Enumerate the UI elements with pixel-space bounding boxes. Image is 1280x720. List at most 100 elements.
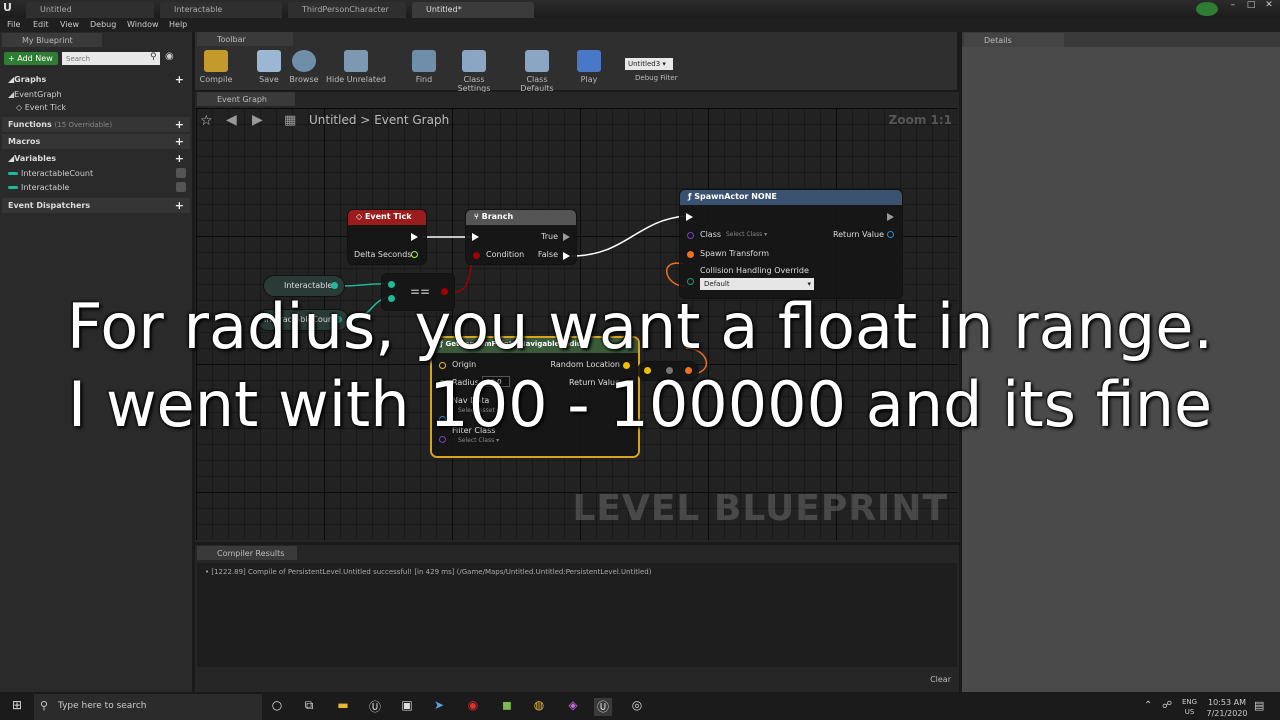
- maximize-icon[interactable]: □: [1242, 0, 1260, 14]
- event-graph-tab[interactable]: Event Graph: [197, 92, 295, 106]
- class-select[interactable]: Select Class ▾: [726, 231, 767, 238]
- pin-label: False: [537, 250, 558, 259]
- condition-pin[interactable]: [473, 252, 480, 259]
- transform-pin[interactable]: [687, 251, 694, 258]
- save-button[interactable]: Save: [253, 50, 285, 84]
- graphs-section[interactable]: ◢Graphs +: [2, 72, 190, 87]
- chrome-icon[interactable]: ◍: [530, 698, 548, 716]
- source-control-icon[interactable]: [1196, 2, 1218, 16]
- variable-interactable[interactable]: Interactable: [8, 183, 69, 192]
- functions-section[interactable]: Functions (15 Overridable) +: [2, 117, 190, 132]
- add-new-button[interactable]: + Add New: [4, 52, 58, 65]
- unreal-editor-icon[interactable]: Ⓤ: [594, 698, 612, 716]
- float-out-pin[interactable]: [411, 251, 418, 258]
- event-dispatchers-section[interactable]: Event Dispatchers +: [2, 198, 190, 213]
- collision-select[interactable]: Default ▾: [700, 278, 814, 290]
- variable-type-icon: [8, 186, 18, 189]
- unreal-launcher-icon[interactable]: Ⓤ: [366, 698, 384, 716]
- eye-toggle-icon[interactable]: [176, 168, 186, 178]
- true-exec-pin[interactable]: [563, 233, 570, 241]
- menu-view[interactable]: View: [60, 20, 79, 29]
- variable-interactablecount[interactable]: InteractableCount: [8, 169, 93, 178]
- discord-icon[interactable]: ◈: [564, 698, 582, 716]
- macros-section[interactable]: Macros +: [2, 134, 190, 149]
- eye-toggle-icon[interactable]: [176, 182, 186, 192]
- task-view-icon[interactable]: ⧉: [300, 698, 318, 716]
- menu-file[interactable]: File: [7, 20, 20, 29]
- add-function-icon[interactable]: +: [175, 118, 184, 131]
- obs-icon[interactable]: ◎: [628, 698, 646, 716]
- dispatchers-label: Event Dispatchers: [8, 201, 91, 210]
- clear-button[interactable]: Clear: [930, 675, 951, 684]
- clock[interactable]: 10:53 AM 7/21/2020: [1206, 697, 1248, 719]
- tray-chevron-up-icon[interactable]: ⌃: [1144, 700, 1152, 711]
- steam-icon[interactable]: ➤: [430, 698, 448, 716]
- toolbar: Toolbar Compile Save Browse Hide Unrelat…: [195, 32, 957, 93]
- class-settings-button[interactable]: Class Settings: [447, 50, 501, 93]
- pin-label: Delta Seconds: [354, 250, 412, 259]
- menu-edit[interactable]: Edit: [33, 20, 49, 29]
- taskbar-search-box[interactable]: ⚲ Type here to search: [34, 694, 262, 720]
- mail-icon[interactable]: ▣: [398, 698, 416, 716]
- object-out-pin[interactable]: [331, 282, 338, 289]
- file-explorer-icon[interactable]: ▬: [334, 698, 352, 716]
- network-icon[interactable]: ☍: [1162, 700, 1172, 711]
- exec-in-pin[interactable]: [686, 213, 693, 221]
- graph-item-eventtick[interactable]: ◇ Event Tick: [16, 103, 66, 112]
- node-branch[interactable]: ⑂ Branch True Condition False: [466, 210, 576, 264]
- select-value: Untitled3: [628, 60, 661, 68]
- find-button[interactable]: Find: [409, 50, 439, 84]
- minimize-icon[interactable]: –: [1224, 0, 1242, 14]
- doc-tab-untitled-active[interactable]: Untitled*: [412, 2, 534, 18]
- windows-start-icon[interactable]: ⊞: [8, 698, 26, 716]
- return-value-pin[interactable]: [887, 231, 894, 238]
- menu-help[interactable]: Help: [169, 20, 187, 29]
- toolbar-tab[interactable]: Toolbar: [197, 32, 293, 46]
- eye-icon[interactable]: ◉: [165, 51, 174, 62]
- class-pin[interactable]: [687, 232, 694, 239]
- close-icon[interactable]: ✕: [1260, 0, 1278, 14]
- add-graph-icon[interactable]: +: [175, 73, 184, 86]
- a-pin[interactable]: [388, 281, 395, 288]
- menu-window[interactable]: Window: [127, 20, 159, 29]
- play-button[interactable]: Play: [573, 50, 605, 84]
- my-blueprint-tab[interactable]: My Blueprint: [2, 33, 102, 47]
- event-icon: ◇: [16, 103, 23, 112]
- language-indicator[interactable]: ENG US: [1182, 697, 1197, 717]
- obs-record-icon[interactable]: ◉: [464, 698, 482, 716]
- add-macro-icon[interactable]: +: [175, 135, 184, 148]
- node-event-tick[interactable]: ◇ Event Tick Delta Seconds: [348, 210, 426, 264]
- graph-item-eventgraph[interactable]: ◢EventGraph: [8, 90, 62, 99]
- pin-label: True: [541, 232, 558, 241]
- class-defaults-button[interactable]: Class Defaults: [509, 50, 565, 93]
- doc-tab-untitled[interactable]: Untitled: [26, 2, 154, 18]
- hide-unrelated-button[interactable]: Hide Unrelated: [325, 50, 387, 84]
- menu-debug[interactable]: Debug: [90, 20, 116, 29]
- details-tab[interactable]: Details: [964, 33, 1064, 47]
- search-icon[interactable]: ⚲: [150, 52, 157, 62]
- exec-in-pin[interactable]: [472, 233, 479, 241]
- search-input[interactable]: [62, 52, 160, 65]
- exec-out-pin[interactable]: [411, 233, 418, 241]
- tab-label: Details: [984, 36, 1012, 45]
- doc-tab-thirdpersoncharacter[interactable]: ThirdPersonCharacter: [288, 2, 406, 18]
- node-spawn-actor[interactable]: ƒ SpawnActor NONE Class Select Class ▾ R…: [680, 190, 902, 298]
- compiler-results-tab[interactable]: Compiler Results: [197, 546, 297, 560]
- add-dispatcher-icon[interactable]: +: [175, 199, 184, 212]
- cortana-icon[interactable]: ○: [268, 698, 286, 716]
- browse-button[interactable]: Browse: [287, 50, 321, 84]
- compile-button[interactable]: Compile: [197, 50, 235, 84]
- exec-out-pin[interactable]: [887, 213, 894, 221]
- notifications-icon[interactable]: ▤: [1254, 699, 1264, 712]
- false-exec-pin[interactable]: [563, 252, 570, 260]
- play-icon: [577, 50, 601, 72]
- variables-label: Variables: [14, 154, 57, 163]
- add-variable-icon[interactable]: +: [175, 152, 184, 165]
- log-line: • [1222.89] Compile of PersistentLevel.U…: [205, 568, 652, 576]
- debug-object-select[interactable]: Untitled3 ▾: [625, 58, 673, 70]
- pin-label: Class: [700, 230, 722, 239]
- doc-tab-interactable[interactable]: Interactable: [160, 2, 282, 18]
- variables-section[interactable]: ◢Variables +: [2, 151, 190, 166]
- collision-pin[interactable]: [687, 278, 694, 285]
- minecraft-icon[interactable]: ◼: [498, 698, 516, 716]
